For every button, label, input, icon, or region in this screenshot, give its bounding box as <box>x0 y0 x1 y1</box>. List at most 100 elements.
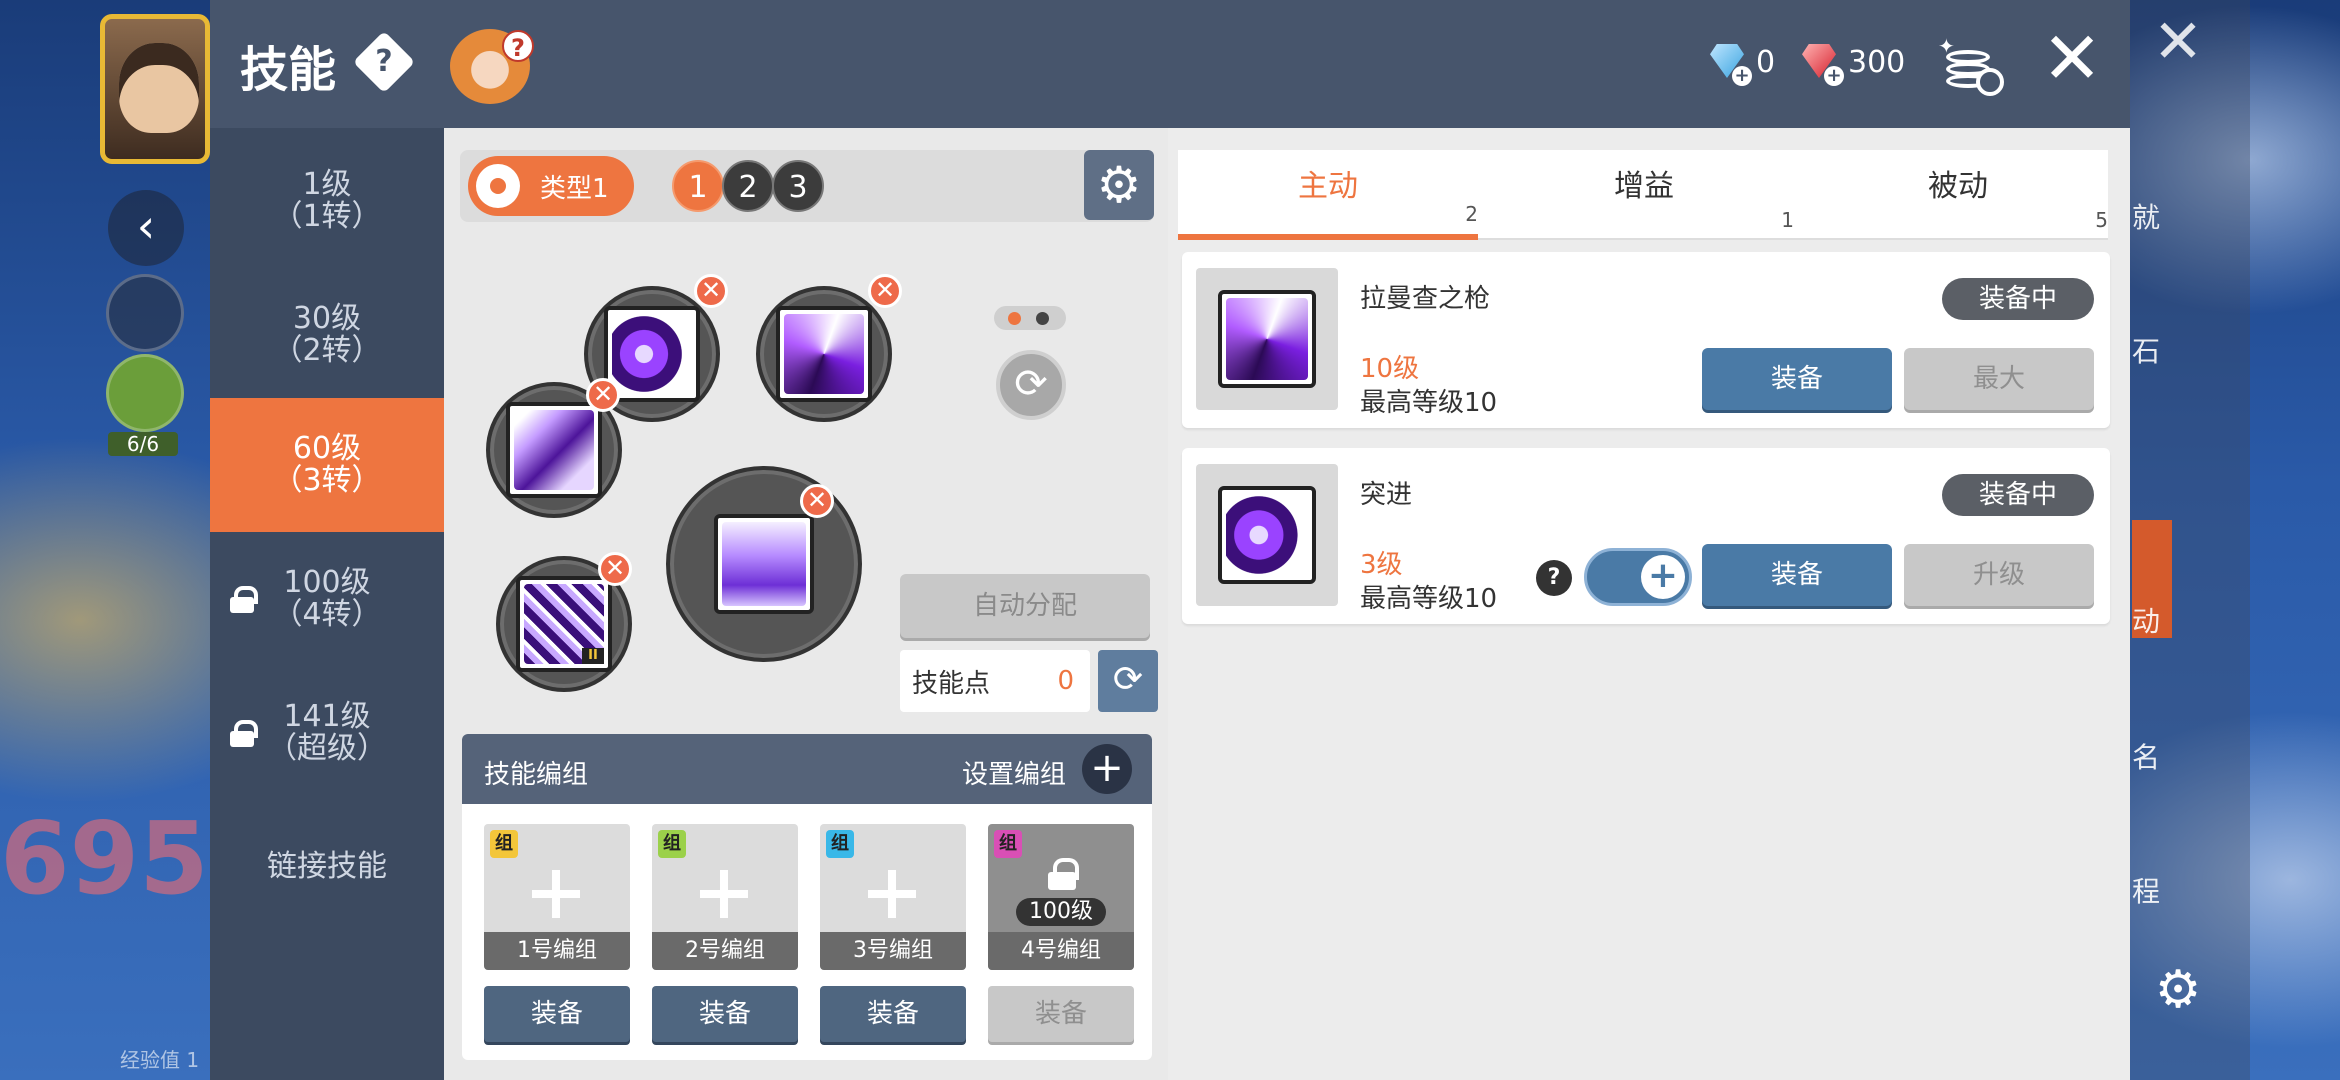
skill-slot[interactable] <box>756 286 892 422</box>
skill-preset-panel: 技能编组 设置编组 + 组 1号编组 组 2号编组 组 3号编组 组 100级 … <box>462 734 1152 1060</box>
set-preset-label[interactable]: 设置编组 <box>962 754 1066 791</box>
preset-card-3[interactable]: 组 3号编组 <box>820 824 966 970</box>
preset-equip-button-3[interactable]: 装备 <box>820 986 966 1042</box>
settings-gear-icon[interactable]: ⚙ <box>2150 962 2206 1018</box>
back-arrow-icon[interactable]: ‹ <box>108 190 184 266</box>
lock-icon <box>230 586 258 613</box>
lock-icon <box>1048 858 1079 890</box>
type-toggle-button[interactable]: 类型1 <box>468 156 634 216</box>
lock-level-label: 100级 <box>1016 898 1106 926</box>
level-sidebar: 1级 （1转） 30级 （2转） 60级 （3转） 100级 （4转） 141级 （超级）… <box>210 128 444 1080</box>
sidebar-item-level-1[interactable]: 1级 （1转） <box>210 134 444 268</box>
red-gem-count: 300 <box>1848 44 1906 80</box>
plus-icon <box>868 870 916 918</box>
status-badge: 装备中 <box>1942 474 2094 516</box>
type-number-2[interactable]: 2 <box>722 160 774 212</box>
tab-active[interactable]: 主动 2 <box>1178 150 1478 240</box>
auto-use-toggle[interactable]: + <box>1584 548 1692 606</box>
type-number-1[interactable]: 1 <box>672 160 724 212</box>
group-tag-icon: 组 <box>826 830 854 858</box>
preset-name: 1号编组 <box>484 932 630 970</box>
skill-level: 10级 <box>1360 354 1420 384</box>
player-avatar[interactable] <box>100 14 210 164</box>
sidebar-item-link-skill[interactable]: 链接技能 <box>210 800 444 934</box>
background-close-icon[interactable]: ✕ <box>2148 12 2208 74</box>
preset-card-2[interactable]: 组 2号编组 <box>652 824 798 970</box>
sidebar-item-level-100[interactable]: 100级 （4转） <box>210 532 444 666</box>
sidebar-item-level-30[interactable]: 30级 （2转） <box>210 268 444 402</box>
add-preset-icon[interactable]: + <box>1082 744 1132 794</box>
menu-label-schedule[interactable]: 程 <box>2132 870 2160 910</box>
background-level-number: 695 <box>0 800 209 917</box>
skill-level: 3级 <box>1360 550 1403 580</box>
skill-row[interactable]: 拉曼查之枪 装备中 10级 最高等级10 装备 最大 <box>1182 252 2110 428</box>
skill-points-label: 技能点 <box>912 668 991 699</box>
preset-equip-button-2[interactable]: 装备 <box>652 986 798 1042</box>
remove-skill-icon[interactable]: ✕ <box>598 552 632 586</box>
tab-count: 1 <box>1781 208 1794 232</box>
type-number-3[interactable]: 3 <box>772 160 824 212</box>
tab-buff[interactable]: 增益 1 <box>1494 150 1794 240</box>
skill-tabs: 主动 2 增益 1 被动 5 <box>1178 150 2108 240</box>
skill-name: 拉曼查之枪 <box>1360 284 1491 314</box>
menu-label-rank[interactable]: 名 <box>2132 736 2160 776</box>
buff-count: 6/6 <box>108 432 178 456</box>
skill-points-box: 技能点 0 <box>900 650 1090 712</box>
close-icon[interactable]: ✕ <box>2040 22 2104 94</box>
red-gem-currency[interactable]: + 300 <box>1798 40 1906 86</box>
menu-label-stone[interactable]: 石 <box>2132 330 2160 370</box>
tab-count: 2 <box>1465 202 1478 226</box>
blue-gem-currency[interactable]: + 0 <box>1706 40 1775 86</box>
preset-name: 4号编组 <box>988 932 1134 970</box>
skill-max-level: 最高等级10 <box>1360 388 1498 418</box>
skill-window: 技能 ? ? + 0 + 300 ✦ ✕ 1级 （1转） 30级 （2转） 60级（ <box>210 0 2130 1080</box>
reset-points-icon[interactable]: ⟳ <box>1098 650 1158 712</box>
group-tag-icon: 组 <box>994 830 1022 858</box>
preset-header: 技能编组 设置编组 + <box>462 734 1152 804</box>
menu-label-event[interactable]: 动 <box>2132 600 2160 640</box>
question-icon[interactable]: ? <box>1536 560 1572 596</box>
handshake-icon[interactable] <box>106 354 184 432</box>
lock-icon <box>230 720 258 747</box>
window-header: 技能 ? ? + 0 + 300 ✦ ✕ <box>210 0 2130 128</box>
blue-gem-icon: + <box>1706 40 1752 86</box>
equip-button[interactable]: 装备 <box>1702 544 1892 606</box>
preset-name: 2号编组 <box>652 932 798 970</box>
tab-passive[interactable]: 被动 5 <box>1808 150 2108 240</box>
remove-skill-icon[interactable]: ✕ <box>800 484 834 518</box>
help-icon[interactable]: ? <box>352 30 416 94</box>
auto-assign-button[interactable]: 自动分配 <box>900 574 1150 638</box>
preset-card-1[interactable]: 组 1号编组 <box>484 824 630 970</box>
tab-count: 5 <box>2095 208 2108 232</box>
coin-search-icon[interactable]: ✦ <box>1938 34 2004 96</box>
red-gem-icon: + <box>1798 40 1844 86</box>
skill-icon-box <box>1196 268 1338 410</box>
menu-label-achievement[interactable]: 就 <box>2132 196 2160 236</box>
sidebar-item-level-60[interactable]: 60级 （3转） <box>210 398 444 532</box>
tier-badge: II <box>582 648 604 664</box>
remove-skill-icon[interactable]: ✕ <box>586 378 620 412</box>
equip-button[interactable]: 装备 <box>1702 348 1892 410</box>
sidebar-item-level-141[interactable]: 141级 （超级） <box>210 666 444 800</box>
page-toggle-dots[interactable] <box>994 306 1066 330</box>
preset-name: 3号编组 <box>820 932 966 970</box>
plus-icon: + <box>1641 555 1685 599</box>
skill-row[interactable]: 突进 装备中 3级 最高等级10 ? + 装备 升级 <box>1182 448 2110 624</box>
radio-dot-icon <box>476 164 520 208</box>
rotate-slots-icon[interactable]: ⟳ <box>996 350 1066 420</box>
page-title: 技能 <box>240 42 337 98</box>
max-button: 最大 <box>1904 348 2094 410</box>
plus-icon <box>700 870 748 918</box>
quest-scroll-icon[interactable] <box>106 274 184 352</box>
gear-icon[interactable]: ⚙ <box>1084 150 1154 220</box>
preset-equip-button-1[interactable]: 装备 <box>484 986 630 1042</box>
remove-skill-icon[interactable]: ✕ <box>694 274 728 308</box>
group-tag-icon: 组 <box>490 830 518 858</box>
remove-skill-icon[interactable]: ✕ <box>868 274 902 308</box>
plus-icon <box>532 870 580 918</box>
skill-slot-panel: 类型1 1 2 3 ⚙ ✕ ✕ ✕ ✕ II ✕ ⟳ 自动分配 技能点 0 ⟳ … <box>444 128 1168 1080</box>
skill-list-panel: 主动 2 增益 1 被动 5 拉曼查之枪 装备中 10级 最高等级10 装备 最… <box>1168 128 2130 1080</box>
preset-card-4: 组 100级 4号编组 <box>988 824 1134 970</box>
upgrade-button: 升级 <box>1904 544 2094 606</box>
skill-max-level: 最高等级10 <box>1360 584 1498 614</box>
